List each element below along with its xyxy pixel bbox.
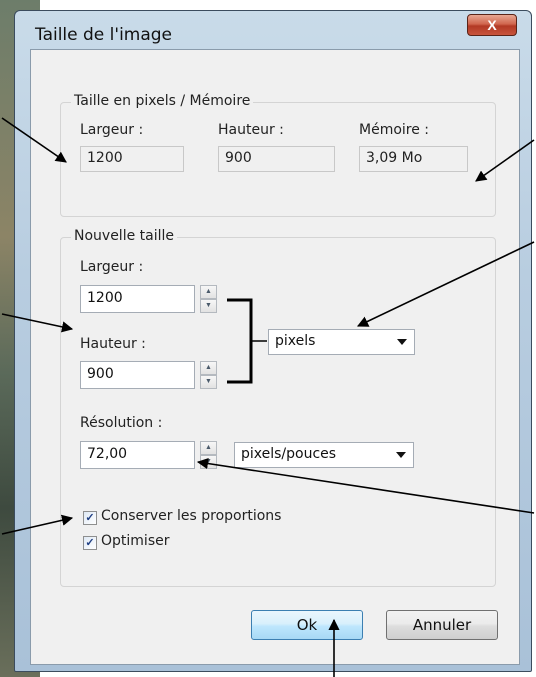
arrow-new-size xyxy=(1,313,74,333)
arrow-resolution-spinner xyxy=(196,457,535,514)
arrow-unit-select xyxy=(356,241,535,327)
annotation-arrows xyxy=(1,117,535,677)
arrow-memory xyxy=(475,139,535,182)
arrow-keep-proportions xyxy=(1,514,74,535)
arrow-current-size xyxy=(1,117,67,163)
